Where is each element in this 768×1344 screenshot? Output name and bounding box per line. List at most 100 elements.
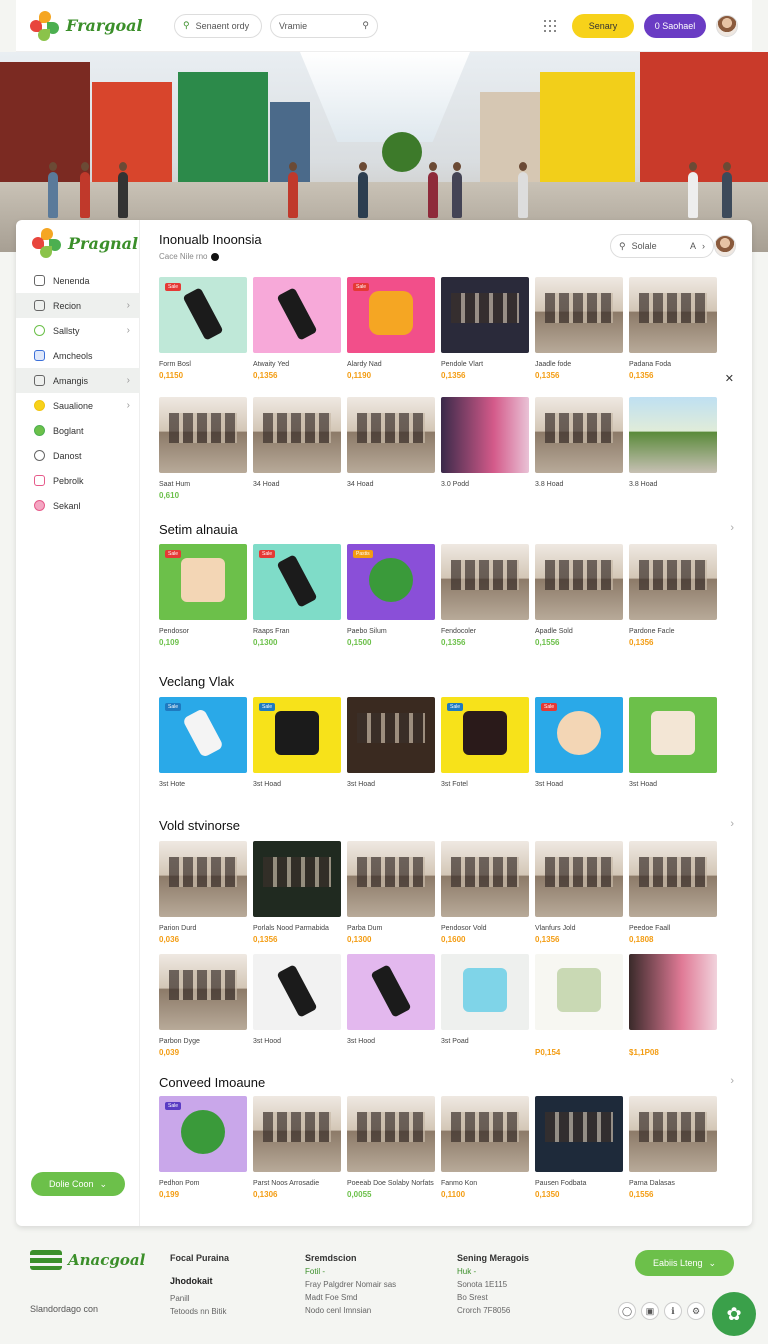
footer-link[interactable]: Jhodokait [170, 1275, 229, 1288]
sidebar-item-amcheols[interactable]: Amcheols [16, 343, 140, 368]
info-icon[interactable]: ℹ [664, 1302, 682, 1320]
product-card[interactable]: Padana Foda 0,1356 [629, 277, 717, 381]
footer-link[interactable]: Fray Palgdrer Nomair sas [305, 1278, 396, 1291]
product-card[interactable]: Pastis Paebo Silum 0,1500 [347, 544, 435, 648]
product-card[interactable]: Peedoe Faall 0,1808 [629, 841, 717, 945]
footer-link[interactable]: Crorch 7F8056 [457, 1304, 529, 1317]
footer-link[interactable]: Nodo cenl Imnsian [305, 1304, 396, 1317]
product-card[interactable]: Parst Noos Arrosadie 0,1306 [253, 1096, 341, 1200]
footer-link[interactable]: Madt Foe Smd [305, 1291, 396, 1304]
header-logo[interactable]: Frargoal [30, 10, 150, 41]
product-card[interactable]: Pendosor Vold 0,1600 [441, 841, 529, 945]
product-card[interactable]: Parba Dum 0,1300 [347, 841, 435, 945]
footer-link[interactable]: Huk - [457, 1265, 529, 1278]
sidebar-bottom-button[interactable]: Dolie Coon ⌄ [31, 1172, 125, 1196]
sidebar-item-danost[interactable]: Danost [16, 443, 140, 468]
product-card[interactable]: Sale Pedhon Pom 0,199 [159, 1096, 247, 1200]
chevron-right-icon[interactable]: › [730, 818, 734, 830]
footer-column-title: Focal Puraina [170, 1253, 230, 1263]
sidebar-item-saualione[interactable]: Saualione › [16, 393, 140, 418]
apps-grid-icon[interactable] [544, 19, 556, 32]
product-card[interactable]: Sale 3st Hote [159, 697, 247, 789]
product-card[interactable]: Sale 3st Fotel [441, 697, 529, 789]
product-card[interactable]: 3.8 Hoad [629, 397, 717, 501]
product-card[interactable]: Saat Hum 0,610 [159, 397, 247, 501]
footer-link[interactable]: Sonota 1E115 [457, 1278, 529, 1291]
sidebar-item-nenenda[interactable]: Nenenda [16, 268, 140, 293]
footer-button[interactable]: Eabiis Lteng ⌄ [635, 1250, 734, 1276]
product-card[interactable]: Poeeab Doe Solaby Norfats 0,0055 [347, 1096, 435, 1200]
header-search-secondary[interactable]: Vramie ⚲ [270, 13, 378, 38]
product-price [253, 1048, 341, 1058]
chevron-right-icon[interactable]: › [730, 522, 734, 534]
product-name: Pendosor [159, 628, 189, 635]
product-card[interactable]: Sale 3st Hoad [253, 697, 341, 789]
hero-shopper [428, 162, 438, 218]
close-icon[interactable]: ✕ [725, 372, 734, 385]
footer-link[interactable]: Tetoods nn Bitik [170, 1305, 229, 1318]
toy-product [369, 558, 413, 602]
product-card[interactable]: $1,1P08 [629, 954, 717, 1058]
product-name: Paebo Silum [347, 628, 387, 635]
chat-fab-button[interactable]: ✿ [712, 1292, 756, 1336]
product-card[interactable]: Parna Dalasas 0,1556 [629, 1096, 717, 1200]
product-card[interactable]: Pardone Facle 0,1356 [629, 544, 717, 648]
product-card[interactable]: P0,154 [535, 954, 623, 1058]
chat-bubble-icon[interactable]: ◯ [618, 1302, 636, 1320]
sidebar-item-amangis[interactable]: Amangis › [16, 368, 140, 393]
product-card[interactable]: Fendocoler 0,1356 [441, 544, 529, 648]
purple-header-button[interactable]: 0 Saohael [644, 13, 706, 38]
settings-icon[interactable]: ⚙ [687, 1302, 705, 1320]
product-card[interactable]: 3.8 Hoad [535, 397, 623, 501]
footer-logo[interactable]: Anacgoal [30, 1250, 145, 1270]
product-card[interactable]: Sale Pendosor 0,109 [159, 544, 247, 648]
sidebar-item-boglant[interactable]: Boglant [16, 418, 140, 443]
chevron-right-icon[interactable]: › [730, 1075, 734, 1087]
product-card[interactable]: 3st Hoad [347, 697, 435, 789]
product-price: P0,154 [535, 1048, 561, 1057]
product-card[interactable]: 3st Hoad [629, 697, 717, 789]
toy-product [369, 291, 413, 335]
product-card[interactable]: Sale 3st Hoad [535, 697, 623, 789]
product-card[interactable]: Parion Durd 0,036 [159, 841, 247, 945]
sidebar-item-pebrolk[interactable]: Pebrolk [16, 468, 140, 493]
product-card[interactable]: 3.0 Podd [441, 397, 529, 501]
product-card[interactable]: 34 Hoad [253, 397, 341, 501]
product-card[interactable]: Sale Alardy Nad 0,1190 [347, 277, 435, 381]
footer-link[interactable]: Bo Srest [457, 1291, 529, 1304]
yellow-header-button[interactable]: Senary [572, 13, 634, 38]
product-card[interactable]: Parbon Dyge 0,039 [159, 954, 247, 1058]
product-card[interactable]: 34 Hoad [347, 397, 435, 501]
product-card[interactable]: Jaadle fode 0,1356 [535, 277, 623, 381]
sale-badge: Sale [165, 703, 182, 711]
user-avatar[interactable] [716, 14, 738, 37]
product-image: Pastis [347, 544, 435, 620]
section-title: Vold stvinorse [159, 818, 240, 833]
sidebar-item-sallsty[interactable]: Sallsty › [16, 318, 140, 343]
footer-link[interactable]: Fotil - [305, 1265, 396, 1278]
sidebar-item-sekanl[interactable]: Sekanl [16, 493, 140, 518]
product-card[interactable]: Sale Form Bosl 0,1150 [159, 277, 247, 381]
footer-button-label: Eabiis Lteng [652, 1258, 703, 1268]
sidebar-logo[interactable]: Pragnal [32, 228, 152, 258]
page-title: Inonualb Inoonsia [159, 232, 262, 247]
header-search-primary[interactable]: ⚲ Senaent ordy [174, 13, 262, 38]
product-card[interactable]: Vlanfurs Jold 0,1356 [535, 841, 623, 945]
product-card[interactable]: 3st Poad [441, 954, 529, 1058]
product-card[interactable]: Atwaity Yed 0,1356 [253, 277, 341, 381]
content-search[interactable]: ⚲ Solale A › [610, 234, 714, 258]
content-avatar[interactable] [714, 235, 736, 257]
product-card[interactable]: Pendole Vlart 0,1356 [441, 277, 529, 381]
product-card[interactable]: 3st Hood [253, 954, 341, 1058]
shield-icon[interactable]: ▣ [641, 1302, 659, 1320]
product-card[interactable]: Porlals Nood Parmabida 0,1356 [253, 841, 341, 945]
sidebar-item-recion[interactable]: Recion › [16, 293, 140, 318]
product-card[interactable]: Pausen Fodbata 0,1350 [535, 1096, 623, 1200]
product-card[interactable]: 3st Hood [347, 954, 435, 1058]
product-card[interactable]: Fanmo Kon 0,1100 [441, 1096, 529, 1200]
product-card[interactable]: Sale Raaps Fran 0,1300 [253, 544, 341, 648]
sidebar-item-label: Recion [53, 300, 82, 311]
product-card[interactable]: Apadle Sold 0,1556 [535, 544, 623, 648]
footer-link[interactable]: Panill [170, 1292, 229, 1305]
mall-image [253, 397, 341, 473]
